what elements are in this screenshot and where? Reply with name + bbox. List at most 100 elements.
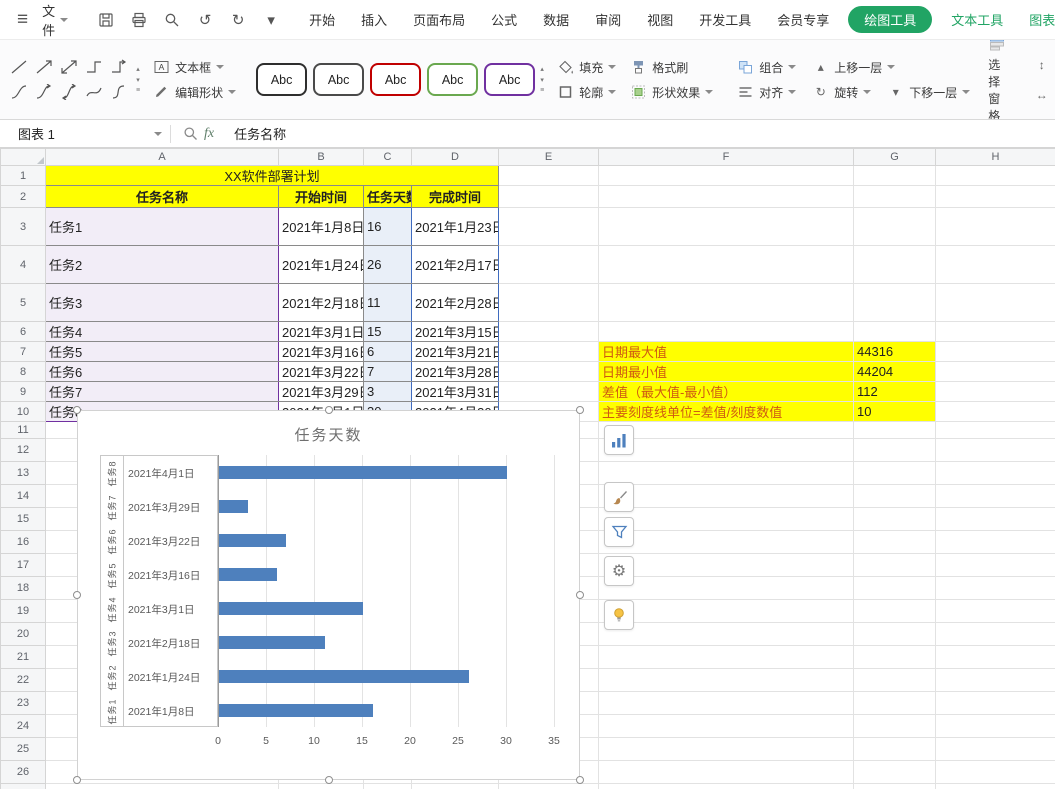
row-header-16[interactable]: 16 (1, 531, 46, 554)
chart-bar[interactable] (219, 602, 363, 615)
cell[interactable] (854, 439, 936, 462)
rotate-button[interactable]: ↻ 旋转 (808, 83, 875, 102)
column-header-E[interactable]: E (499, 149, 599, 166)
chart-resize-handle[interactable] (576, 776, 584, 784)
cell-start-date[interactable]: 2021年3月22日 (279, 362, 364, 382)
row-header-15[interactable]: 15 (1, 508, 46, 531)
cell[interactable] (599, 692, 854, 715)
row-header-7[interactable]: 7 (1, 342, 46, 362)
cell[interactable] (46, 784, 279, 789)
cell-days[interactable]: 15 (364, 322, 412, 342)
cell-table-header[interactable]: 任务天数 (364, 186, 412, 208)
menu-tab[interactable]: 数据 (530, 6, 582, 33)
chart-resize-handle[interactable] (73, 406, 81, 414)
cell[interactable] (364, 784, 412, 789)
cell[interactable] (936, 402, 1055, 422)
cell-start-date[interactable]: 2021年3月1日 (279, 322, 364, 342)
arrow-line-shape-button[interactable] (31, 55, 56, 80)
cell-start-date[interactable]: 2021年3月29日 (279, 382, 364, 402)
cell-task-name[interactable]: 任务6 (46, 362, 279, 382)
row-header-27[interactable]: 27 (1, 784, 46, 789)
cell-days[interactable]: 6 (364, 342, 412, 362)
chart-bar[interactable] (219, 500, 248, 513)
cell-task-name[interactable]: 任务4 (46, 322, 279, 342)
tool-tab[interactable]: 文本工具 (938, 6, 1016, 33)
chart-idea-button[interactable] (604, 600, 634, 630)
cell[interactable] (936, 166, 1055, 186)
cell-end-date[interactable]: 2021年3月31日 (412, 382, 499, 402)
cell[interactable] (854, 600, 936, 623)
chart-resize-handle[interactable] (576, 591, 584, 599)
chart-style-button[interactable] (604, 482, 634, 512)
row-header-9[interactable]: 9 (1, 382, 46, 402)
cell[interactable] (936, 422, 1055, 439)
cell[interactable] (599, 600, 854, 623)
menu-tab[interactable]: 页面布局 (400, 6, 478, 33)
chart-bar[interactable] (219, 670, 469, 683)
cell[interactable] (854, 186, 936, 208)
shape-effects-button[interactable]: 形状效果 (626, 83, 717, 102)
cell[interactable] (599, 508, 854, 531)
cell[interactable] (599, 761, 854, 784)
menu-tab[interactable]: 插入 (348, 6, 400, 33)
cell-calc-label[interactable]: 差值（最大值-最小值） (599, 382, 854, 402)
scroll-up-icon[interactable]: ▴ (136, 65, 140, 73)
tool-tab[interactable]: 绘图工具 (848, 6, 932, 33)
formula-input[interactable] (222, 119, 1055, 148)
cell[interactable] (854, 284, 936, 322)
cell-task-name[interactable]: 任务1 (46, 208, 279, 246)
select-all-corner[interactable] (1, 149, 46, 166)
format-painter-button[interactable]: 格式刷 (626, 58, 717, 77)
cell[interactable] (499, 342, 599, 362)
double-arrow-line-shape-button[interactable] (56, 55, 81, 80)
cell[interactable] (599, 284, 854, 322)
cell-start-date[interactable]: 2021年1月24日 (279, 246, 364, 284)
chart-bar[interactable] (219, 466, 507, 479)
send-backward-button[interactable]: ▾ 下移一层 (883, 83, 974, 102)
row-header-2[interactable]: 2 (1, 186, 46, 208)
cell[interactable] (854, 508, 936, 531)
cell-end-date[interactable]: 2021年2月28日 (412, 284, 499, 322)
row-header-18[interactable]: 18 (1, 577, 46, 600)
cell[interactable] (599, 208, 854, 246)
chart-resize-handle[interactable] (325, 776, 333, 784)
cell[interactable] (854, 554, 936, 577)
cell[interactable] (936, 692, 1055, 715)
row-header-8[interactable]: 8 (1, 362, 46, 382)
cell[interactable] (936, 784, 1055, 789)
row-header-23[interactable]: 23 (1, 692, 46, 715)
row-header-19[interactable]: 19 (1, 600, 46, 623)
style-gallery-scroll[interactable]: ▴ ▾ ≡ (537, 65, 547, 94)
scroll-down-icon[interactable]: ▾ (540, 76, 544, 84)
chart-elements-button[interactable] (604, 425, 634, 455)
zoom-formula-icon[interactable] (183, 126, 198, 141)
cell-calc-label[interactable]: 主要刻度线单位=差值/刻度数值 (599, 402, 854, 422)
cell-start-date[interactable]: 2021年2月18日 (279, 284, 364, 322)
scroll-up-icon[interactable]: ▴ (540, 65, 544, 73)
selection-pane-button[interactable]: 选择窗格 (980, 40, 1013, 120)
cell-calc-value[interactable]: 112 (854, 382, 936, 402)
cell[interactable] (499, 382, 599, 402)
column-header-C[interactable]: C (364, 149, 412, 166)
insert-function-button[interactable]: fx (204, 126, 214, 142)
shape-style-preset[interactable]: Abc (256, 63, 307, 96)
cell[interactable] (936, 485, 1055, 508)
cell[interactable] (936, 600, 1055, 623)
cell-end-date[interactable]: 2021年2月17日 (412, 246, 499, 284)
chart-resize-handle[interactable] (73, 591, 81, 599)
shape-style-preset[interactable]: Abc (484, 63, 535, 96)
cell-calc-value[interactable]: 10 (854, 402, 936, 422)
tool-tab[interactable]: 图表工具 (1016, 6, 1055, 33)
shape-style-preset[interactable]: Abc (313, 63, 364, 96)
shape-gallery-scroll[interactable]: ▴ ▾ ≡ (133, 65, 143, 94)
row-header-1[interactable]: 1 (1, 166, 46, 186)
elbow-connector-shape-button[interactable] (81, 55, 106, 80)
menu-tab[interactable]: 公式 (478, 6, 530, 33)
cell[interactable] (854, 166, 936, 186)
cell[interactable] (499, 186, 599, 208)
chart-bar[interactable] (219, 534, 286, 547)
edit-shape-button[interactable]: 编辑形状 (149, 83, 240, 102)
cell-end-date[interactable]: 2021年1月23日 (412, 208, 499, 246)
cell-table-header[interactable]: 完成时间 (412, 186, 499, 208)
row-header-10[interactable]: 10 (1, 402, 46, 422)
